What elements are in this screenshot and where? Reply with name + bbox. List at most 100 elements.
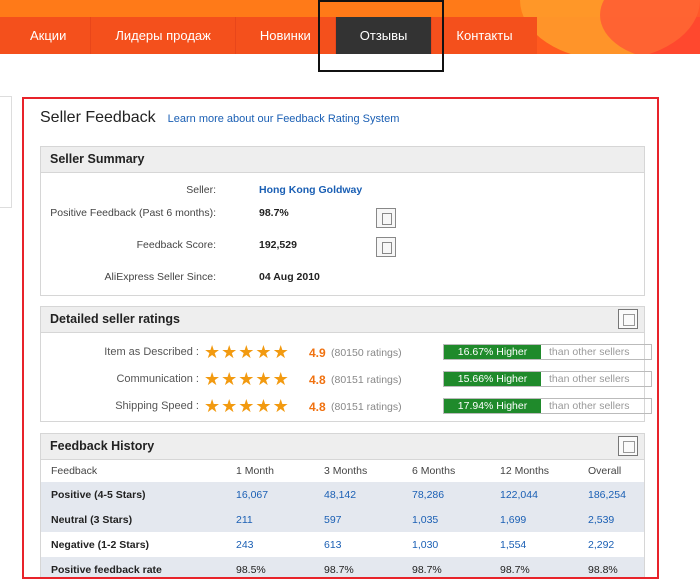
summary-value: 04 Aug 2010 [259, 271, 320, 283]
table-cell-link[interactable]: 2,539 [578, 507, 644, 532]
detailed-ratings-title: Detailed seller ratings [50, 312, 180, 326]
summary-label: Feedback Score: [136, 239, 216, 251]
table-cell-link[interactable]: 613 [314, 532, 402, 557]
higher-percent: 17.94% Higher [444, 399, 541, 413]
star-icon: ★ [221, 342, 238, 362]
row-label: Neutral (3 Stars) [41, 507, 226, 532]
table-cell: 98.7% [402, 557, 490, 577]
seller-feedback-frame: Seller Feedback Learn more about our Fee… [22, 97, 659, 579]
learn-more-link[interactable]: Learn more about our Feedback Rating Sys… [168, 113, 400, 125]
star-icon: ★ [255, 342, 272, 362]
nav-menu: Акции Лидеры продаж Новинки Отзывы Конта… [0, 17, 537, 54]
feedback-history-heading: Feedback History [41, 434, 644, 460]
rating-count: (80150 ratings) [331, 347, 402, 359]
rating-score: 4.8 [309, 373, 326, 387]
column-header: Overall [588, 465, 622, 477]
feedback-score-icon[interactable] [376, 237, 396, 257]
table-cell: 98.7% [490, 557, 578, 577]
nav-item-promotions[interactable]: Акции [0, 17, 91, 54]
feedback-history-panel: Feedback History Feedback 1 Month 3 Mont… [40, 433, 645, 577]
comparison-bar: 17.94% Higher than other sellers [443, 398, 652, 414]
table-cell-link[interactable]: 1,554 [490, 532, 578, 557]
star-rating: ★ ★ ★ ★ ★ [204, 370, 289, 388]
rating-label: Communication : [116, 373, 199, 385]
table-cell-link[interactable]: 1,030 [402, 532, 490, 557]
rating-row-communication: Communication : ★ ★ ★ ★ ★ 4.8 (80151 ratings… [41, 370, 652, 390]
seller-summary-panel: Seller Summary Seller: Hong Kong Goldway… [40, 146, 645, 296]
table-cell-link[interactable]: 2,292 [578, 532, 644, 557]
higher-percent: 15.66% Higher [444, 372, 541, 386]
comparison-bar: 15.66% Higher than other sellers [443, 371, 652, 387]
column-header: Feedback [51, 465, 98, 477]
rating-count: (80151 ratings) [331, 374, 402, 386]
feedback-history-table: Feedback 1 Month 3 Months 6 Months 12 Mo… [41, 460, 644, 577]
seller-summary-heading: Seller Summary [41, 147, 644, 173]
rating-score: 4.8 [309, 400, 326, 414]
column-header: 12 Months [500, 465, 550, 477]
rating-score: 4.9 [309, 346, 326, 360]
star-icon: ★ [204, 342, 221, 362]
table-cell-link[interactable]: 1,035 [402, 507, 490, 532]
feedback-history-title: Feedback History [50, 439, 155, 453]
detailed-ratings-heading: Detailed seller ratings [41, 307, 644, 333]
rating-row-item-described: Item as Described : ★ ★ ★ ★ ★ 4.9 (80150 rat… [41, 343, 652, 363]
summary-label: Positive Feedback (Past 6 months): [50, 207, 216, 219]
star-icon: ★ [238, 342, 255, 362]
star-icon: ★ [238, 396, 255, 416]
star-icon: ★ [255, 369, 272, 389]
active-tab-highlight [318, 0, 444, 72]
higher-percent: 16.67% Higher [444, 345, 541, 359]
seller-name-link[interactable]: Hong Kong Goldway [259, 184, 362, 196]
table-cell-link[interactable]: 1,699 [490, 507, 578, 532]
star-icon: ★ [272, 369, 289, 389]
positive-feedback-icon[interactable] [376, 208, 396, 228]
column-header: 3 Months [324, 465, 368, 477]
column-header: 1 Month [236, 465, 274, 477]
summary-value: 192,529 [259, 239, 297, 251]
table-cell-link[interactable]: 16,067 [226, 482, 314, 507]
feedback-history-icon[interactable] [618, 436, 638, 456]
column-header: 6 Months [412, 465, 456, 477]
star-icon: ★ [221, 396, 238, 416]
than-others-text: than other sellers [549, 373, 630, 385]
table-row: Neutral (3 Stars) 211 597 1,035 1,699 2,… [41, 507, 644, 532]
table-cell-link[interactable]: 211 [226, 507, 314, 532]
table-cell-link[interactable]: 122,044 [490, 482, 578, 507]
rating-label: Item as Described : [104, 346, 199, 358]
table-header-row: Feedback 1 Month 3 Months 6 Months 12 Mo… [41, 460, 644, 482]
table-cell-link[interactable]: 243 [226, 532, 314, 557]
star-icon: ★ [204, 396, 221, 416]
star-icon: ★ [238, 369, 255, 389]
star-rating: ★ ★ ★ ★ ★ [204, 343, 289, 361]
detailed-ratings-icon[interactable] [618, 309, 638, 329]
summary-value: 98.7% [259, 207, 289, 219]
table-row: Positive feedback rate 98.5% 98.7% 98.7%… [41, 557, 644, 577]
rating-count: (80151 ratings) [331, 401, 402, 413]
table-cell: 98.7% [314, 557, 402, 577]
table-cell-link[interactable]: 186,254 [578, 482, 644, 507]
feedback-header: Seller Feedback Learn more about our Fee… [40, 109, 399, 127]
star-icon: ★ [204, 369, 221, 389]
star-icon: ★ [255, 396, 272, 416]
table-row: Positive (4-5 Stars) 16,067 48,142 78,28… [41, 482, 644, 507]
comparison-bar: 16.67% Higher than other sellers [443, 344, 652, 360]
summary-label: AliExpress Seller Since: [104, 271, 216, 283]
table-cell-link[interactable]: 597 [314, 507, 402, 532]
row-label: Negative (1-2 Stars) [51, 538, 150, 551]
table-cell-link[interactable]: 48,142 [314, 482, 402, 507]
table-cell-link[interactable]: 78,286 [402, 482, 490, 507]
rating-label: Shipping Speed : [115, 400, 199, 412]
star-rating: ★ ★ ★ ★ ★ [204, 397, 289, 415]
nav-item-bestsellers[interactable]: Лидеры продаж [90, 17, 235, 54]
row-label: Positive feedback rate [41, 557, 226, 577]
summary-label: Seller: [186, 184, 216, 196]
nav-item-contacts[interactable]: Контакты [431, 17, 537, 54]
star-icon: ★ [272, 396, 289, 416]
star-icon: ★ [221, 369, 238, 389]
table-cell: 98.8% [578, 557, 644, 577]
left-sidebar-edge [0, 96, 12, 208]
than-others-text: than other sellers [549, 400, 630, 412]
table-row: Negative (1-2 Stars) 243 613 1,030 1,554… [41, 532, 644, 557]
row-label: Positive (4-5 Stars) [41, 482, 226, 507]
table-cell: 98.5% [226, 557, 314, 577]
